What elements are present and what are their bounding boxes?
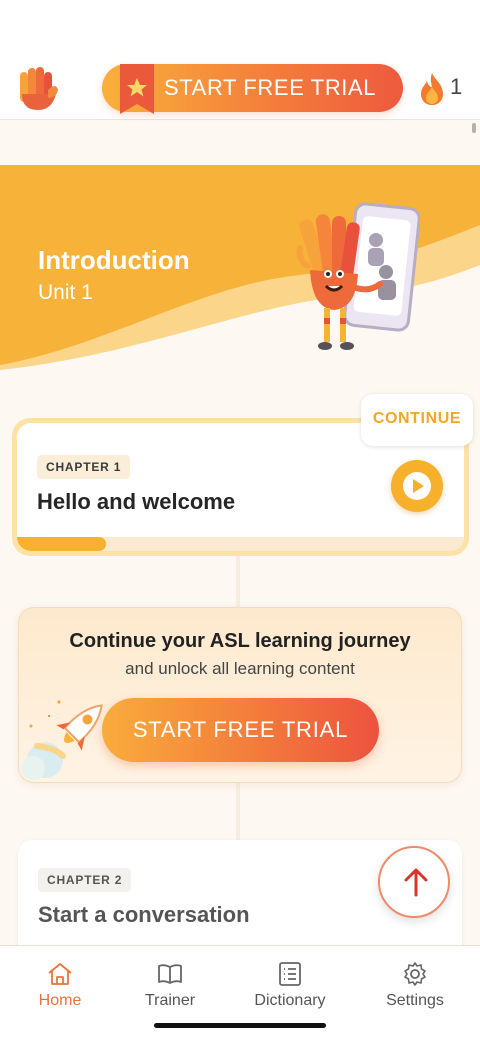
chapter-1-title: Hello and welcome: [37, 489, 236, 514]
nav-settings[interactable]: Settings: [375, 946, 455, 1016]
star-ribbon-icon: [120, 64, 154, 114]
gear-icon: [404, 962, 426, 986]
scroll-to-top-button[interactable]: [378, 846, 450, 918]
book-icon: [158, 964, 182, 984]
start-free-trial-top-label: START FREE TRIAL: [164, 75, 377, 100]
promo-subheading: and unlock all learning content: [125, 659, 355, 678]
nav-trainer-label: Trainer: [144, 992, 196, 1009]
continue-tooltip[interactable]: CONTINUE: [361, 394, 473, 446]
nav-dictionary[interactable]: Dictionary: [245, 946, 335, 1016]
flame-icon: [421, 73, 443, 105]
promo-heading: Continue your ASL learning journey: [69, 630, 411, 652]
play-icon: [403, 472, 431, 500]
streak-count: 1: [450, 74, 463, 99]
chapter-2-title: Start a conversation: [38, 902, 250, 927]
start-free-trial-top-button[interactable]: START FREE TRIAL: [102, 64, 403, 114]
streak-counter[interactable]: 1: [418, 70, 468, 106]
hand-logo-icon: [20, 67, 58, 110]
chapter-1-progress-track: [17, 537, 464, 551]
chapter-1-play-button[interactable]: [391, 460, 443, 512]
home-icon: [48, 963, 72, 985]
mascot-illustration: [296, 202, 420, 350]
chapter-2-chip: CHAPTER 2: [38, 868, 132, 892]
scrollbar[interactable]: [472, 123, 476, 133]
top-bar: START FREE TRIAL 1: [0, 0, 480, 120]
unit-title: Introduction: [38, 245, 190, 275]
nav-dictionary-label: Dictionary: [254, 992, 326, 1009]
nav-home-label: Home: [38, 992, 82, 1009]
nav-settings-label: Settings: [386, 992, 444, 1009]
trial-promo-card: Continue your ASL learning journey and u…: [18, 607, 462, 783]
unit-subtitle: Unit 1: [38, 281, 93, 304]
list-icon: [279, 962, 301, 986]
rocket-icon: [21, 700, 103, 780]
chapter-1-chip: CHAPTER 1: [37, 455, 131, 479]
chapter-1-progress-fill: [17, 537, 107, 551]
nav-home[interactable]: Home: [20, 946, 100, 1016]
home-indicator: [154, 1023, 326, 1028]
start-free-trial-button[interactable]: START FREE TRIAL: [102, 698, 379, 762]
nav-trainer[interactable]: Trainer: [130, 946, 210, 1016]
arrow-up-icon: [404, 868, 428, 897]
